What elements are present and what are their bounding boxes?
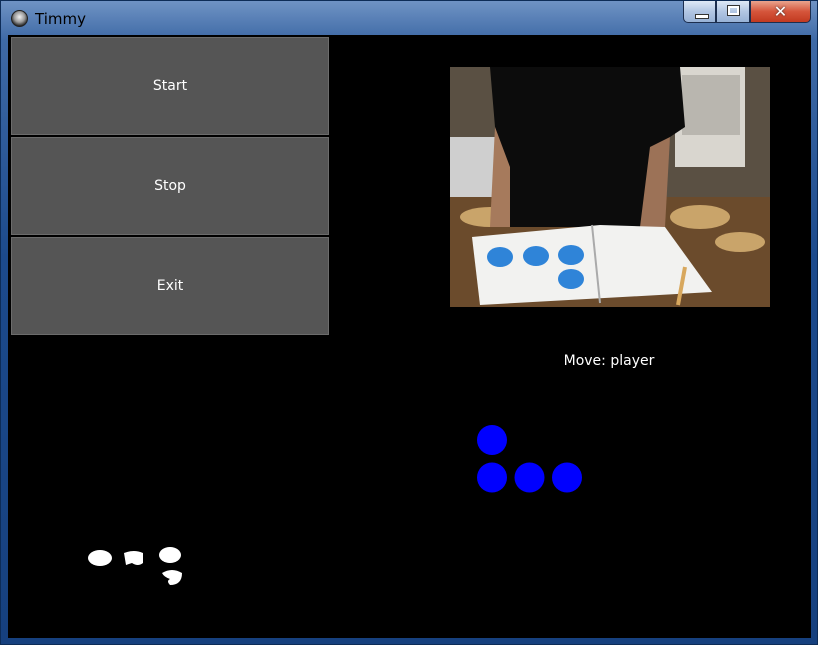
blob — [162, 570, 182, 585]
board-piece — [477, 425, 507, 455]
app-icon — [11, 10, 28, 27]
close-icon: ✕ — [773, 2, 788, 21]
app-window: Timmy ✕ Start Stop Exit Move: player — [0, 0, 818, 645]
board-piece — [477, 462, 507, 493]
stop-button[interactable]: Stop — [11, 137, 329, 235]
detected-blobs — [88, 547, 182, 585]
blob — [124, 551, 143, 565]
maximize-button[interactable] — [716, 1, 750, 23]
client-area: Start Stop Exit Move: player — [8, 35, 811, 638]
camera-feed — [450, 67, 770, 307]
board-piece — [552, 462, 582, 493]
start-button[interactable]: Start — [11, 37, 329, 135]
minimize-icon — [695, 14, 709, 19]
minimize-button[interactable] — [683, 1, 716, 23]
move-status: Move: player — [563, 353, 655, 369]
title-bar[interactable]: Timmy ✕ — [1, 1, 817, 35]
window-title: Timmy — [35, 10, 86, 28]
close-button[interactable]: ✕ — [750, 1, 811, 23]
camera-image — [450, 67, 770, 307]
board-piece — [514, 462, 545, 493]
maximize-icon — [727, 5, 740, 16]
exit-button[interactable]: Exit — [11, 237, 329, 335]
blob — [159, 547, 181, 563]
blob — [88, 550, 112, 566]
